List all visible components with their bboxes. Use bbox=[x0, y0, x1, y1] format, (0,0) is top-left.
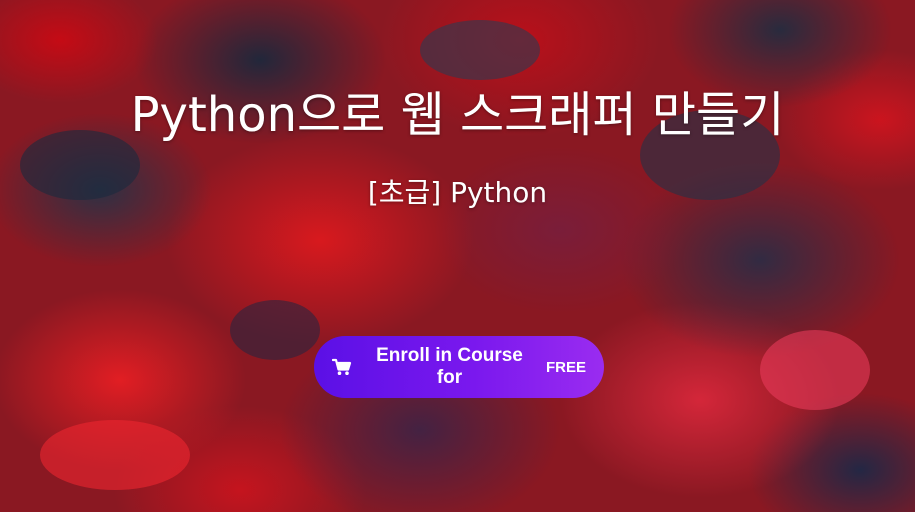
shopping-cart-icon bbox=[332, 357, 352, 377]
course-subtitle: [초급] Python bbox=[367, 176, 548, 209]
hero-banner: Python으로 웹 스크래퍼 만들기 [초급] Python Enroll i… bbox=[0, 0, 915, 512]
enroll-button[interactable]: Enroll in Course for FREE bbox=[314, 336, 604, 398]
hero-content: Python으로 웹 스크래퍼 만들기 [초급] Python Enroll i… bbox=[0, 0, 915, 512]
course-title: Python으로 웹 스크래퍼 만들기 bbox=[130, 87, 785, 143]
enroll-button-price: FREE bbox=[545, 358, 586, 376]
enroll-button-label: Enroll in Course for bbox=[376, 345, 523, 388]
